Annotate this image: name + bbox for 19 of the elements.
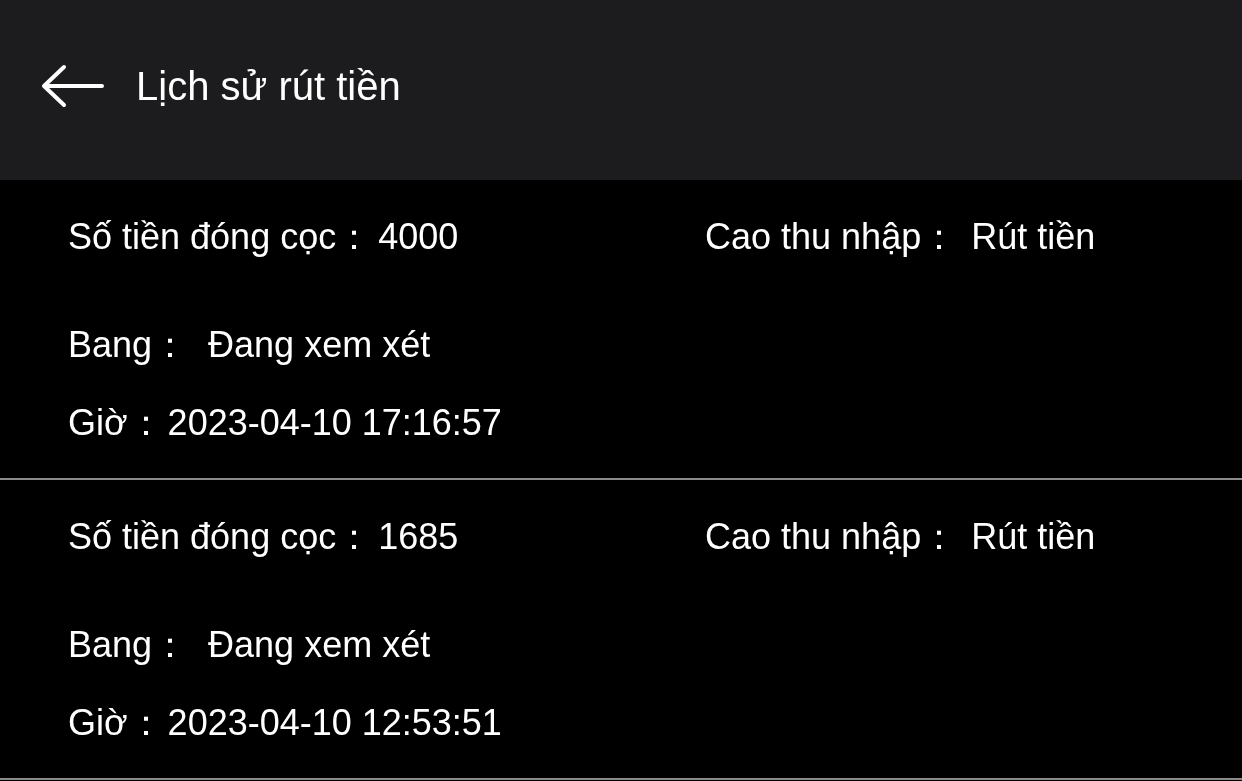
- status-value: Đang xem xét: [208, 624, 431, 666]
- time-label: Giờ：: [68, 700, 164, 745]
- back-button[interactable]: [40, 64, 104, 108]
- income-value: Rút tiền: [971, 516, 1096, 558]
- status-value: Đang xem xét: [208, 324, 431, 366]
- status-label: Bang：: [68, 622, 189, 667]
- status-label: Bang：: [68, 322, 189, 367]
- amount-label: Số tiền đóng cọc：: [68, 214, 373, 259]
- income-label: Cao thu nhập：: [705, 214, 958, 259]
- income-label: Cao thu nhập：: [705, 514, 958, 559]
- amount-value: 4000: [378, 216, 459, 258]
- income-value: Rút tiền: [971, 216, 1096, 258]
- back-arrow-icon: [40, 64, 104, 108]
- amount-label: Số tiền đóng cọc：: [68, 514, 373, 559]
- time-value: 2023-04-10 12:53:51: [167, 702, 502, 744]
- time-value: 2023-04-10 17:16:57: [167, 402, 502, 444]
- time-label: Giờ：: [68, 400, 164, 445]
- page-title: Lịch sử rút tiền: [136, 63, 401, 109]
- amount-value: 1685: [378, 516, 459, 558]
